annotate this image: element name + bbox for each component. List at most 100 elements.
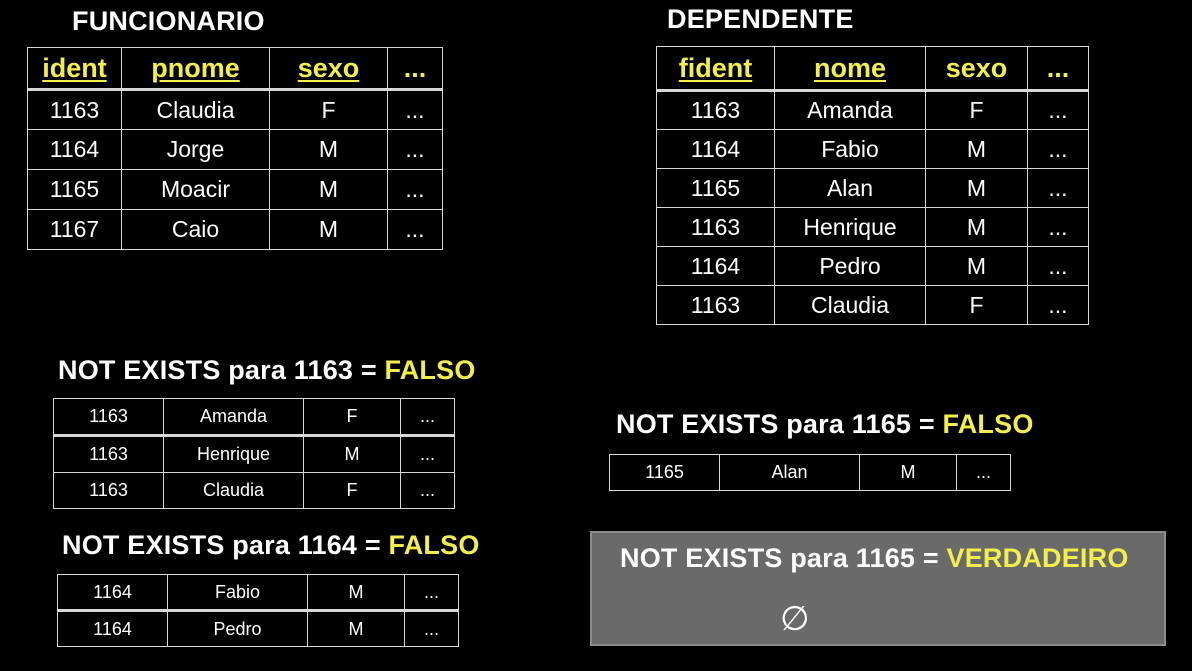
not-exists-1165-heading: NOT EXISTS para 1165 = FALSO: [616, 409, 1034, 440]
not-exists-verdadeiro-heading: NOT EXISTS para 1165 = VERDADEIRO: [620, 543, 1129, 574]
cell: ...: [404, 610, 459, 647]
cell: ...: [1027, 90, 1089, 130]
cell: Pedro: [774, 246, 926, 286]
not-exists-label: NOT EXISTS para 1165 =: [620, 543, 939, 573]
cell: Claudia: [121, 89, 270, 130]
cell: 1163: [53, 398, 164, 437]
column-header-sexo: sexo: [925, 46, 1028, 92]
column-header-more: ...: [1027, 46, 1089, 92]
not-exists-label: NOT EXISTS para 1164 =: [62, 530, 381, 560]
cell: 1164: [57, 574, 168, 612]
cell: 1164: [27, 129, 122, 170]
column-header-ident: ident: [27, 47, 122, 91]
cell: ...: [1027, 246, 1089, 286]
table-row: 1167 Caio M ...: [27, 209, 443, 250]
not-exists-label: NOT EXISTS para 1165 =: [616, 409, 935, 439]
cell: M: [307, 574, 405, 612]
cell: ...: [387, 209, 443, 250]
cell: 1167: [27, 209, 122, 250]
cell: 1164: [656, 246, 775, 286]
cell: ...: [400, 472, 455, 509]
cell: Henrique: [163, 435, 304, 473]
cell: ...: [387, 89, 443, 130]
matches-1164-table: 1164 Fabio M ... 1164 Pedro M ...: [57, 574, 459, 647]
dependente-table: fident nome sexo ... 1163 Amanda F ... 1…: [656, 46, 1089, 325]
cell: 1163: [27, 89, 122, 130]
cell: ...: [404, 574, 459, 612]
cell: ...: [387, 169, 443, 210]
cell: M: [269, 129, 388, 170]
table-row: 1163 Henrique M ...: [656, 207, 1089, 247]
cell: Caio: [121, 209, 270, 250]
cell: 1165: [656, 168, 775, 208]
cell: ...: [1027, 285, 1089, 325]
cell: M: [925, 168, 1028, 208]
cell: Jorge: [121, 129, 270, 170]
cell: M: [303, 435, 401, 473]
matches-1165-table: 1165 Alan M ...: [609, 454, 1011, 491]
funcionario-table: ident pnome sexo ... 1163 Claudia F ... …: [27, 47, 443, 250]
cell: Pedro: [167, 610, 308, 647]
cell: F: [925, 90, 1028, 130]
cell: ...: [956, 454, 1011, 491]
table-row: 1163 Claudia F ...: [656, 285, 1089, 325]
cell: M: [925, 207, 1028, 247]
result-value: FALSO: [384, 355, 476, 385]
cell: Claudia: [774, 285, 926, 325]
funcionario-title: FUNCIONARIO: [72, 6, 265, 36]
result-value: VERDADEIRO: [946, 543, 1129, 573]
cell: ...: [1027, 207, 1089, 247]
column-header-more: ...: [387, 47, 443, 91]
table-row: 1164 Jorge M ...: [27, 129, 443, 170]
cell: 1164: [656, 129, 775, 169]
matches-1163-table: 1163 Amanda F ... 1163 Henrique M ... 11…: [53, 398, 455, 509]
cell: ...: [400, 398, 455, 437]
dependente-title: DEPENDENTE: [667, 4, 854, 34]
result-value: FALSO: [388, 530, 480, 560]
cell: M: [269, 169, 388, 210]
cell: Amanda: [163, 398, 304, 437]
table-row: 1165 Alan M ...: [656, 168, 1089, 208]
table-row: 1163 Henrique M ...: [53, 435, 455, 473]
cell: ...: [400, 435, 455, 473]
cell: 1163: [656, 285, 775, 325]
cell: 1163: [656, 90, 775, 130]
cell: Alan: [774, 168, 926, 208]
table-row: 1165 Alan M ...: [609, 454, 1011, 491]
result-value: FALSO: [942, 409, 1034, 439]
table-row: 1163 Claudia F ...: [27, 89, 443, 130]
verdadeiro-result-box: NOT EXISTS para 1165 = VERDADEIRO ∅: [590, 531, 1166, 646]
table-row: 1165 Moacir M ...: [27, 169, 443, 210]
cell: F: [303, 472, 401, 509]
cell: Henrique: [774, 207, 926, 247]
table-row: 1164 Pedro M ...: [656, 246, 1089, 286]
not-exists-1164-heading: NOT EXISTS para 1164 = FALSO: [62, 530, 480, 561]
cell: 1164: [57, 610, 168, 647]
table-row: 1163 Claudia F ...: [53, 472, 455, 509]
cell: M: [925, 129, 1028, 169]
table-row: 1164 Fabio M ...: [57, 574, 459, 612]
cell: M: [269, 209, 388, 250]
cell: M: [925, 246, 1028, 286]
cell: 1165: [27, 169, 122, 210]
cell: F: [925, 285, 1028, 325]
cell: Alan: [719, 454, 860, 491]
cell: 1163: [656, 207, 775, 247]
column-header-nome: nome: [774, 46, 926, 92]
cell: ...: [1027, 168, 1089, 208]
cell: Fabio: [774, 129, 926, 169]
table-row: 1164 Pedro M ...: [57, 610, 459, 647]
column-header-fident: fident: [656, 46, 775, 92]
cell: F: [303, 398, 401, 437]
table-row: 1163 Amanda F ...: [656, 90, 1089, 130]
column-header-pnome: pnome: [121, 47, 270, 91]
column-header-sexo: sexo: [269, 47, 388, 91]
cell: Fabio: [167, 574, 308, 612]
cell: Moacir: [121, 169, 270, 210]
cell: Amanda: [774, 90, 926, 130]
cell: M: [859, 454, 957, 491]
cell: 1165: [609, 454, 720, 491]
cell: M: [307, 610, 405, 647]
cell: 1163: [53, 472, 164, 509]
cell: 1163: [53, 435, 164, 473]
